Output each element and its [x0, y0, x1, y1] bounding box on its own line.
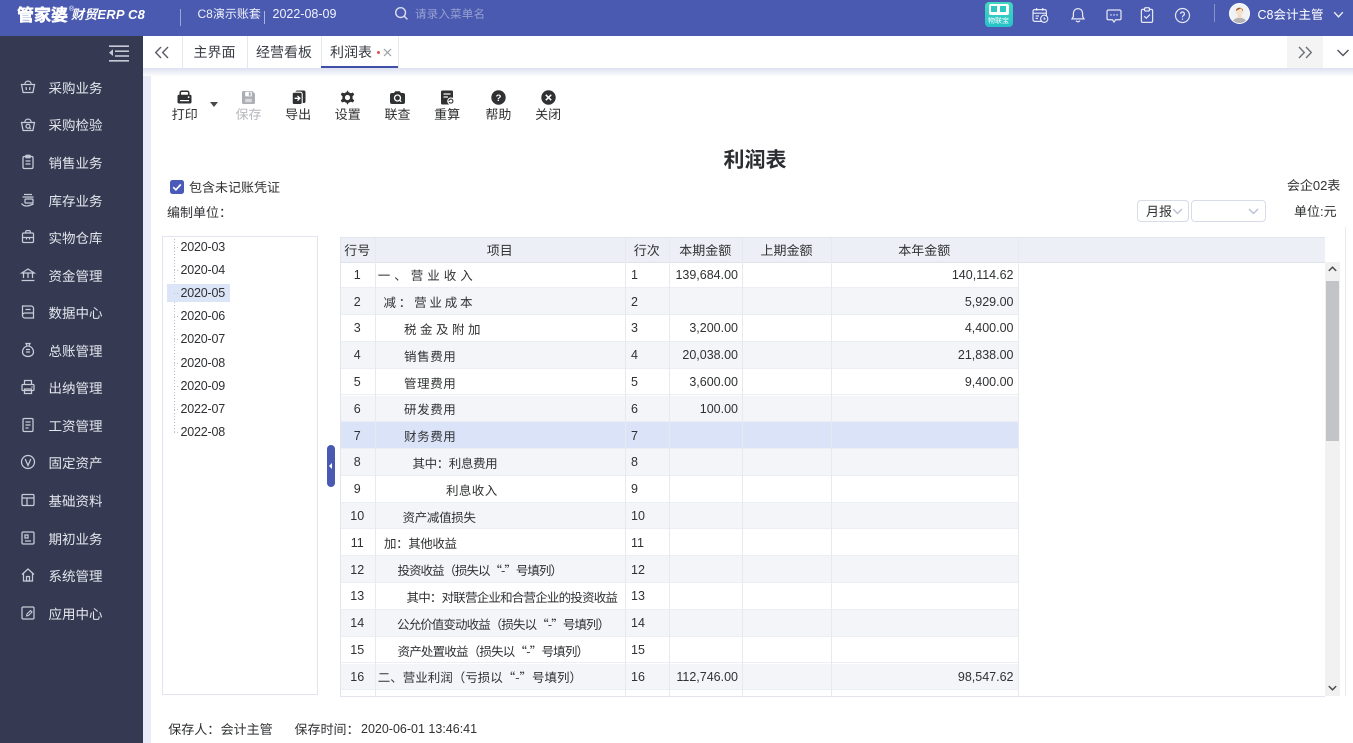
svg-text:?: ?: [495, 93, 501, 104]
